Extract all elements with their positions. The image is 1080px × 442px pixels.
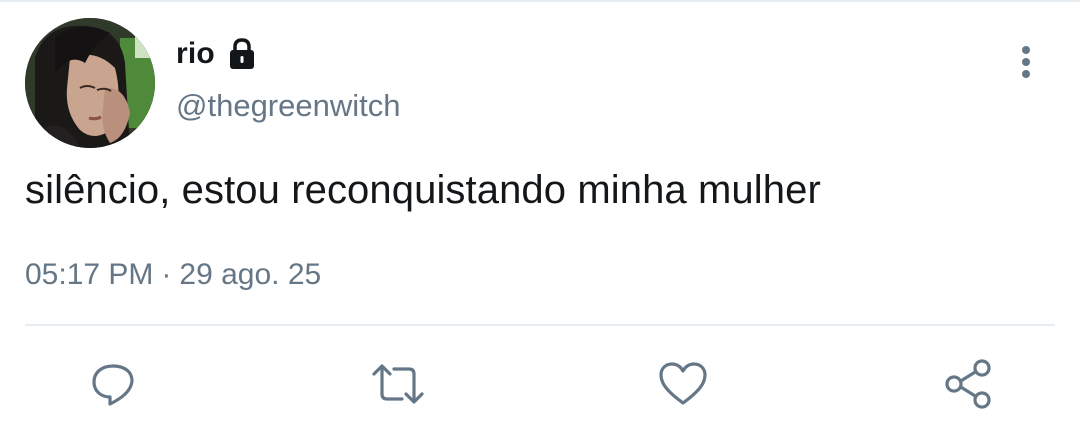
more-options-button[interactable] bbox=[1008, 38, 1044, 86]
top-divider bbox=[0, 0, 1080, 2]
retweet-icon bbox=[372, 364, 424, 404]
reply-icon bbox=[92, 364, 134, 406]
heart-icon bbox=[659, 362, 707, 405]
tweet-meta: 05:17 PM · 29 ago. 25 bbox=[25, 258, 321, 292]
share-icon bbox=[945, 359, 991, 409]
vertical-ellipsis-icon bbox=[1022, 46, 1030, 78]
meta-separator: · bbox=[161, 258, 172, 291]
user-handle[interactable]: @thegreenwitch bbox=[176, 88, 400, 124]
tweet-card: rio @thegreenwitch silêncio, estou recon… bbox=[0, 0, 1080, 442]
retweet-button[interactable] bbox=[370, 356, 426, 412]
share-button[interactable] bbox=[940, 356, 996, 412]
display-name-row: rio bbox=[176, 32, 259, 76]
display-name[interactable]: rio bbox=[176, 37, 215, 71]
tweet-time: 05:17 PM bbox=[25, 258, 154, 291]
reply-button[interactable] bbox=[85, 356, 141, 412]
avatar[interactable] bbox=[25, 18, 155, 148]
tweet-text: silêncio, estou reconquistando minha mul… bbox=[25, 168, 821, 212]
lock-icon bbox=[225, 37, 259, 71]
actions-divider bbox=[25, 324, 1055, 326]
tweet-date[interactable]: 29 ago. 25 bbox=[179, 258, 321, 291]
like-button[interactable] bbox=[655, 356, 711, 412]
